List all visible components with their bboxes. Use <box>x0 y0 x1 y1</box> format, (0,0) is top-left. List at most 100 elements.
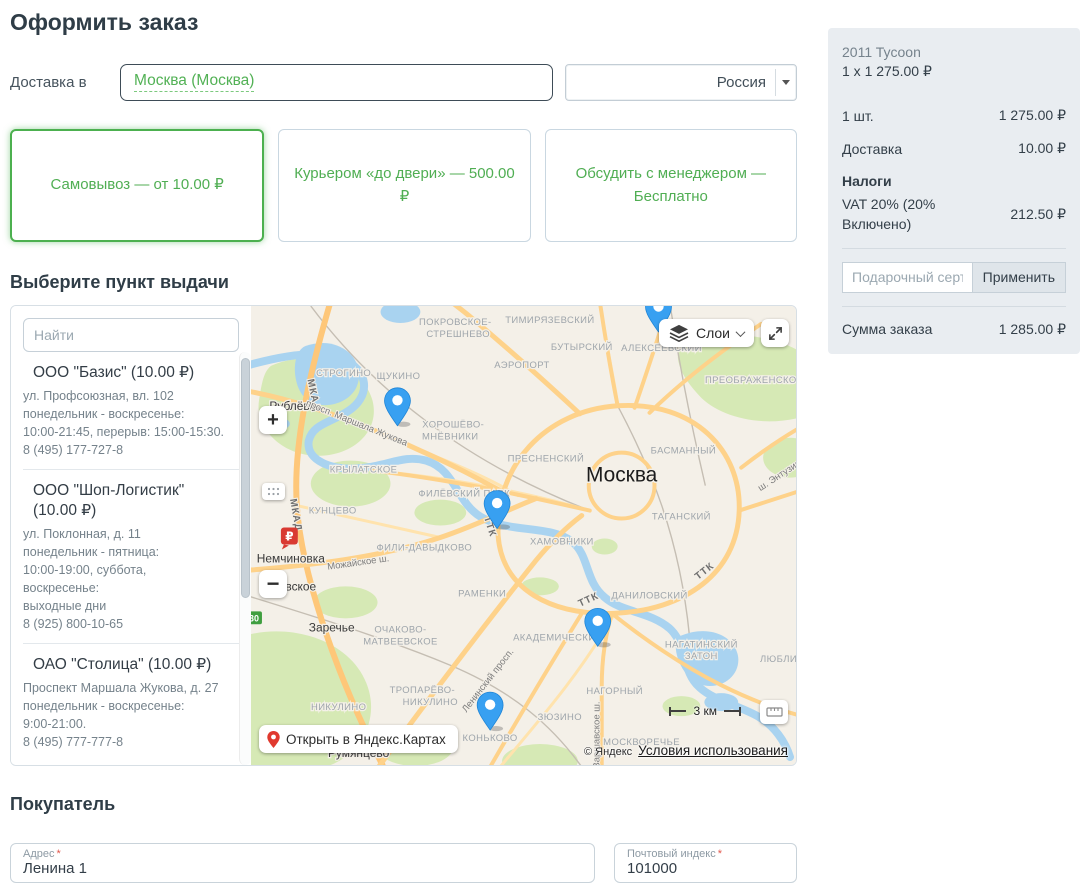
address-input[interactable] <box>23 860 582 877</box>
pickup-point-detail: выходные дни <box>23 597 225 615</box>
scrollbar-thumb[interactable] <box>241 358 250 598</box>
pickup-point-name: ООО "Шоп-Логистик" (10.00 ₽) <box>23 481 225 521</box>
pickup-point-detail: 9:00-21:00. <box>23 715 225 733</box>
svg-text:НИКУЛИНО: НИКУЛИНО <box>311 702 366 713</box>
open-in-yandex-button[interactable]: Открыть в Яндекс.Картах <box>259 725 458 753</box>
summary-row-total: Сумма заказа 1 285.00 ₽ <box>842 321 1066 338</box>
gift-certificate-row: Применить <box>842 262 1066 293</box>
divider <box>842 248 1066 249</box>
svg-text:30: 30 <box>251 613 259 623</box>
svg-text:ЗЮЗИНО: ЗЮЗИНО <box>538 712 582 723</box>
pickup-point-detail: Проспект Маршала Жукова, д. 27 <box>23 679 225 697</box>
svg-text:ПРЕСНЕНСКИЙ: ПРЕСНЕНСКИЙ <box>508 453 585 465</box>
svg-text:НАГАТИНСКИЙ: НАГАТИНСКИЙ <box>665 638 738 650</box>
pickup-point-name: ОАО "Столица" (10.00 ₽) <box>23 655 225 675</box>
measure-ruler-button[interactable] <box>760 700 788 724</box>
parking-icon[interactable]: ₽ <box>281 528 298 550</box>
svg-text:ЛЮБЛИНО: ЛЮБЛИНО <box>760 654 796 665</box>
svg-text:ТТК: ТТК <box>693 561 717 583</box>
svg-text:ДАНИЛОВСКИЙ: ДАНИЛОВСКИЙ <box>611 589 687 601</box>
required-mark: * <box>718 848 722 860</box>
zoom-in-button[interactable]: + <box>259 406 287 434</box>
pickup-point-detail: 8 (495) 177-727-8 <box>23 441 225 459</box>
svg-text:ТРОПАРЁВО-: ТРОПАРЁВО- <box>390 685 455 696</box>
city-value[interactable]: Москва (Москва) <box>134 72 254 92</box>
map-pin[interactable] <box>385 388 411 427</box>
svg-text:МКАД: МКАД <box>287 498 304 532</box>
scrollbar-track[interactable] <box>239 352 251 765</box>
country-select[interactable]: Россия <box>565 64 797 101</box>
svg-text:Немчиновка: Немчиновка <box>257 551 325 565</box>
svg-text:СТРОГИНО: СТРОГИНО <box>316 368 371 379</box>
map-scale: 3 км <box>669 704 741 718</box>
postcode-field[interactable]: Почтовый индекс* <box>614 843 797 883</box>
gift-certificate-input[interactable] <box>842 262 972 293</box>
map-canvas[interactable]: ПОКРОВСКОЕ- СТРЕШНЕВО ТИМИРЯЗЕВСКИЙ БУТЫ… <box>251 306 796 765</box>
total-value: 1 285.00 ₽ <box>999 321 1066 338</box>
svg-text:МАТВЕЕВСКОЕ: МАТВЕЕВСКОЕ <box>363 636 437 647</box>
postcode-field-label: Почтовый индекс* <box>627 848 784 860</box>
city-input[interactable]: Москва (Москва) <box>120 64 553 101</box>
pickup-point-item[interactable]: ООО "Шоп-Логистик" (10.00 ₽) ул. Поклонн… <box>23 470 239 644</box>
address-field[interactable]: Адрес* <box>10 843 595 883</box>
pickup-point-item[interactable]: ОАО "Столица" (10.00 ₽) Проспект Маршала… <box>23 644 239 753</box>
road-shield-30: 30 <box>251 611 262 624</box>
summary-row-shipping: Доставка 10.00 ₽ <box>842 140 1066 157</box>
chevron-down-icon <box>736 327 746 337</box>
ruler-icon <box>766 706 783 718</box>
pickup-point-item[interactable]: ООО "Базис" (10.00 ₽) ул. Профсоюзная, в… <box>23 352 239 470</box>
chevron-down-icon <box>782 80 790 85</box>
pickup-point-detail: 8 (925) 800-10-65 <box>23 615 225 633</box>
pickup-point-detail: понедельник - воскресенье: <box>23 697 225 715</box>
pickup-point-detail: 8 (495) 777-777-8 <box>23 733 225 751</box>
checkout-main: Оформить заказ Доставка в Москва (Москва… <box>10 0 797 883</box>
method-pickup-card[interactable]: Самовывоз — от 10.00 ₽ <box>10 129 264 242</box>
svg-text:КОНЬКОВО: КОНЬКОВО <box>463 733 518 744</box>
fullscreen-button[interactable] <box>761 319 789 347</box>
svg-text:БУТЫРСКИЙ: БУТЫРСКИЙ <box>551 341 613 353</box>
zoom-out-button[interactable]: − <box>259 570 287 598</box>
total-label: Сумма заказа <box>842 321 932 337</box>
scale-bar <box>671 710 686 712</box>
pickup-point-detail: 10:00-21:45, перерыв: 15:00-15:30. <box>23 423 225 441</box>
ruler-icon[interactable] <box>262 483 285 500</box>
pickup-list-panel: ООО "Базис" (10.00 ₽) ул. Профсоюзная, в… <box>11 306 251 765</box>
apply-button[interactable]: Применить <box>972 262 1066 293</box>
svg-text:МНЁВНИКИ: МНЁВНИКИ <box>422 432 478 443</box>
divider <box>842 306 1066 307</box>
address-label-text: Адрес <box>23 848 55 860</box>
select-arrow-box[interactable] <box>775 69 796 96</box>
map-pin[interactable] <box>477 692 503 731</box>
scale-label: 3 км <box>686 704 724 718</box>
method-manager-card[interactable]: Обсудить с менеджером — Бесплатно <box>545 129 797 242</box>
scale-tick <box>739 707 741 716</box>
layers-button-label: Слои <box>696 325 730 341</box>
postcode-input[interactable] <box>627 860 784 877</box>
svg-text:КРЫЛАТСКОЕ: КРЫЛАТСКОЕ <box>330 465 398 476</box>
shipping-value: 10.00 ₽ <box>1018 140 1066 157</box>
svg-text:ТАГАНСКИЙ: ТАГАНСКИЙ <box>652 511 711 523</box>
layers-button[interactable]: Слои <box>659 319 754 347</box>
country-selected-value: Россия <box>566 74 775 91</box>
pickup-map-widget: ООО "Базис" (10.00 ₽) ул. Профсоюзная, в… <box>10 305 797 766</box>
yandex-map[interactable]: ПОКРОВСКОЕ- СТРЕШНЕВО ТИМИРЯЗЕВСКИЙ БУТЫ… <box>251 306 796 765</box>
svg-text:АЭРОПОРТ: АЭРОПОРТ <box>494 360 549 371</box>
customer-section-title: Покупатель <box>10 794 797 815</box>
terms-of-use-link[interactable]: Условия использования <box>638 743 788 758</box>
tax-value: 212.50 ₽ <box>1010 206 1066 223</box>
copyright-text: © Яндекс <box>584 746 632 758</box>
svg-text:Москва: Москва <box>586 464 658 487</box>
yandex-pin-icon <box>267 731 280 748</box>
layers-icon <box>669 324 689 342</box>
svg-text:ПОКРОВСКОЕ-: ПОКРОВСКОЕ- <box>419 317 492 328</box>
svg-text:ОЧАКОВО-: ОЧАКОВО- <box>374 624 426 635</box>
product-name: 2011 Tycoon <box>842 44 1066 60</box>
shipping-label: Доставка <box>842 141 902 157</box>
quantity-value: 1 275.00 ₽ <box>999 107 1066 124</box>
method-courier-card[interactable]: Курьером «до двери» — 500.00 ₽ <box>278 129 530 242</box>
scale-bar <box>724 710 739 712</box>
open-in-yandex-label: Открыть в Яндекс.Картах <box>286 732 446 747</box>
search-input[interactable] <box>23 318 239 352</box>
pickup-point-detail: ул. Поклонная, д. 11 <box>23 525 225 543</box>
taxes-title: Налоги <box>842 173 1066 189</box>
